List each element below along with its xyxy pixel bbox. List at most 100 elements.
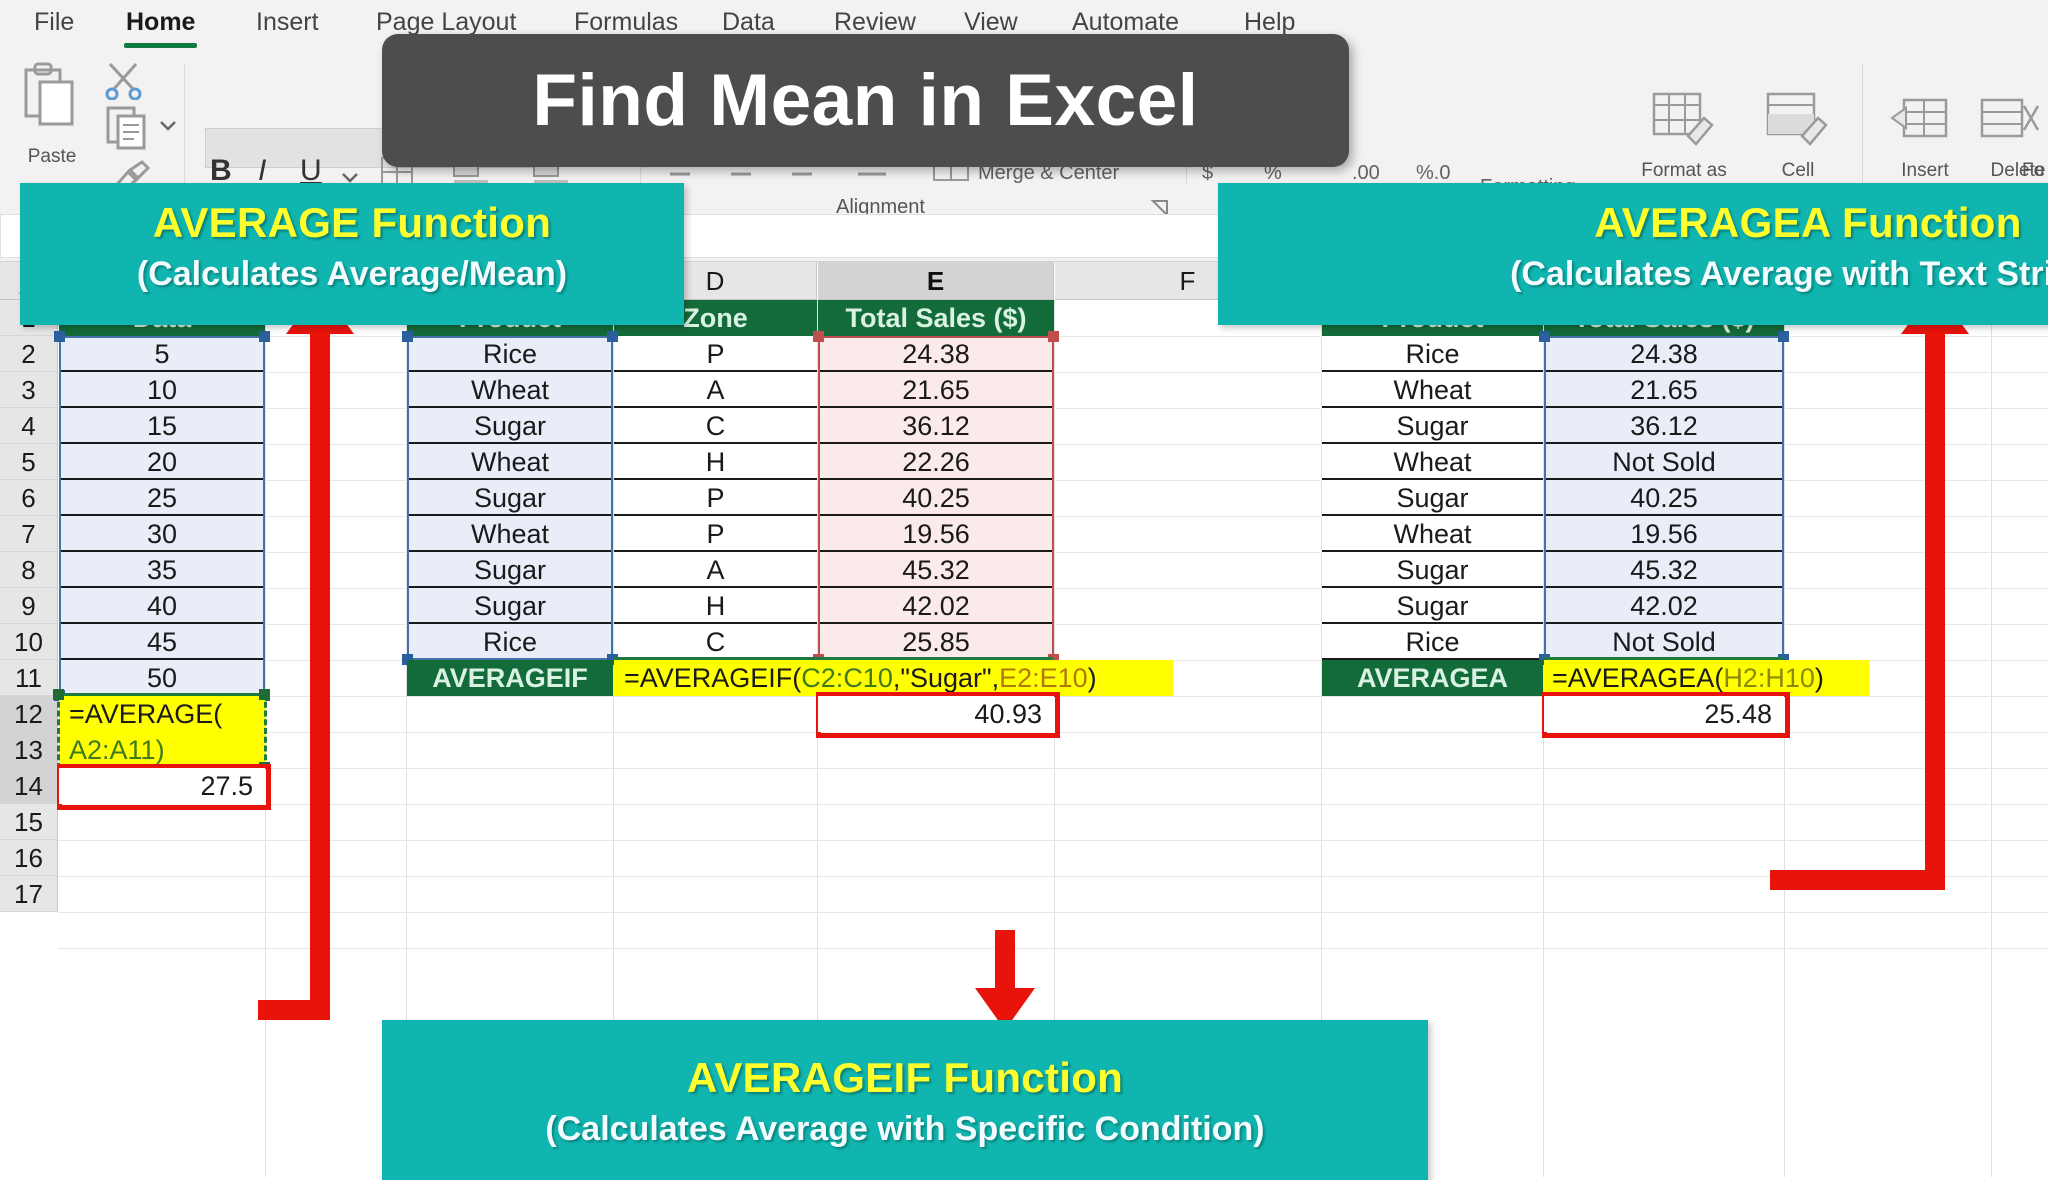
row-header-12[interactable]: 12	[0, 696, 58, 732]
cell-E10-sales[interactable]: 25.85	[818, 624, 1054, 660]
cell-A2-value[interactable]: 5	[59, 336, 265, 372]
cell-C3-product[interactable]: Wheat	[407, 372, 613, 408]
cell-A9-value[interactable]: 40	[59, 588, 265, 624]
cell-A7-value[interactable]: 30	[59, 516, 265, 552]
row-header-3[interactable]: 3	[0, 372, 58, 408]
format-as-table-label-line1[interactable]: Format as	[1628, 160, 1740, 182]
cell-E9-sales[interactable]: 42.02	[818, 588, 1054, 624]
cell-G9-product[interactable]: Sugar	[1322, 588, 1543, 624]
cell-H2-sales[interactable]: 24.38	[1544, 336, 1784, 372]
cell-C6-product[interactable]: Sugar	[407, 480, 613, 516]
cell-H3-sales[interactable]: 21.65	[1544, 372, 1784, 408]
cell-C10-product[interactable]: Rice	[407, 624, 613, 660]
cell-H7-sales[interactable]: 19.56	[1544, 516, 1784, 552]
cell-G8-product[interactable]: Sugar	[1322, 552, 1543, 588]
row-header-15[interactable]: 15	[0, 804, 58, 840]
cell-H9-sales[interactable]: 42.02	[1544, 588, 1784, 624]
row-header-6[interactable]: 6	[0, 480, 58, 516]
cell-C5-product[interactable]: Wheat	[407, 444, 613, 480]
ribbon-tab-file[interactable]: File	[30, 6, 78, 46]
cut-scissors-icon[interactable]	[104, 62, 144, 105]
cell-C8-product[interactable]: Sugar	[407, 552, 613, 588]
cell-A4-value[interactable]: 15	[59, 408, 265, 444]
cell-G10-product[interactable]: Rice	[1322, 624, 1543, 660]
selection-handle[interactable]	[54, 331, 65, 342]
row-header-11[interactable]: 11	[0, 660, 58, 696]
insert-cells-icon[interactable]	[1890, 96, 1950, 157]
row-header-17[interactable]: 17	[0, 876, 58, 912]
copy-icon[interactable]	[106, 106, 154, 155]
cell-H10-sales[interactable]: Not Sold	[1544, 624, 1784, 660]
cell-H6-sales[interactable]: 40.25	[1544, 480, 1784, 516]
selection-handle[interactable]	[53, 689, 64, 700]
ribbon-tab-insert[interactable]: Insert	[252, 6, 323, 46]
cell-A14-result[interactable]: 27.5	[59, 768, 265, 804]
cell-styles-label-line1[interactable]: Cell	[1748, 160, 1848, 182]
cell-G4-product[interactable]: Sugar	[1322, 408, 1543, 444]
cell-A11-value[interactable]: 50	[59, 660, 265, 696]
insert-cells-label[interactable]: Insert	[1880, 160, 1970, 182]
cell-G7-product[interactable]: Wheat	[1322, 516, 1543, 552]
delete-cells-icon[interactable]	[1980, 96, 2040, 157]
cell-E2-sales[interactable]: 24.38	[818, 336, 1054, 372]
column-header-E[interactable]: E	[818, 262, 1054, 300]
cell-E5-sales[interactable]: 22.26	[818, 444, 1054, 480]
selection-handle[interactable]	[402, 331, 413, 342]
cell-H4-sales[interactable]: 36.12	[1544, 408, 1784, 444]
cell-D9-zone[interactable]: H	[614, 588, 817, 624]
row-header-7[interactable]: 7	[0, 516, 58, 552]
row-header-14[interactable]: 14	[0, 768, 58, 804]
cell-E1-sales-header[interactable]: Total Sales ($)	[818, 300, 1054, 336]
cell-A10-value[interactable]: 45	[59, 624, 265, 660]
cell-D8-zone[interactable]: A	[614, 552, 817, 588]
cell-E3-sales[interactable]: 21.65	[818, 372, 1054, 408]
cell-E6-sales[interactable]: 40.25	[818, 480, 1054, 516]
row-header-13[interactable]: 13	[0, 732, 58, 768]
cell-styles-icon[interactable]	[1766, 92, 1830, 159]
format-as-table-icon[interactable]	[1652, 92, 1716, 159]
row-header-5[interactable]: 5	[0, 444, 58, 480]
cell-D6-zone[interactable]: P	[614, 480, 817, 516]
cell-G11-averagea-label[interactable]: AVERAGEA	[1322, 660, 1543, 696]
paste-icon[interactable]	[22, 62, 76, 133]
cell-H11-averagea-formula[interactable]: =AVERAGEA(H2:H10)	[1544, 660, 1869, 696]
row-header-4[interactable]: 4	[0, 408, 58, 444]
cell-A5-value[interactable]: 20	[59, 444, 265, 480]
cell-H5-sales[interactable]: Not Sold	[1544, 444, 1784, 480]
selection-handle[interactable]	[607, 331, 618, 342]
row-header-9[interactable]: 9	[0, 588, 58, 624]
cell-E12-result[interactable]: 40.93	[818, 696, 1054, 732]
cell-D7-zone[interactable]: P	[614, 516, 817, 552]
copy-dropdown-chevron-icon[interactable]	[158, 118, 178, 137]
cell-E7-sales[interactable]: 19.56	[818, 516, 1054, 552]
format-cells-label[interactable]: Fo	[2022, 160, 2048, 182]
decrease-decimal-label[interactable]: %.0	[1416, 162, 1450, 185]
cell-D5-zone[interactable]: H	[614, 444, 817, 480]
cell-C9-product[interactable]: Sugar	[407, 588, 613, 624]
row-header-16[interactable]: 16	[0, 840, 58, 876]
selection-handle[interactable]	[259, 331, 270, 342]
cell-G6-product[interactable]: Sugar	[1322, 480, 1543, 516]
cell-C4-product[interactable]: Sugar	[407, 408, 613, 444]
cell-G3-product[interactable]: Wheat	[1322, 372, 1543, 408]
cell-E8-sales[interactable]: 45.32	[818, 552, 1054, 588]
cell-D10-zone[interactable]: C	[614, 624, 817, 660]
cell-C11-averageif-label[interactable]: AVERAGEIF	[407, 660, 613, 696]
row-header-8[interactable]: 8	[0, 552, 58, 588]
ribbon-tab-home[interactable]: Home	[122, 6, 199, 48]
cell-G5-product[interactable]: Wheat	[1322, 444, 1543, 480]
selection-handle[interactable]	[1048, 331, 1059, 342]
cell-C2-product[interactable]: Rice	[407, 336, 613, 372]
cell-A6-value[interactable]: 25	[59, 480, 265, 516]
cell-E4-sales[interactable]: 36.12	[818, 408, 1054, 444]
row-header-10[interactable]: 10	[0, 624, 58, 660]
increase-decimal-label[interactable]: .00	[1352, 162, 1380, 185]
selection-handle[interactable]	[813, 331, 824, 342]
cell-A3-value[interactable]: 10	[59, 372, 265, 408]
cell-H8-sales[interactable]: 45.32	[1544, 552, 1784, 588]
cell-D3-zone[interactable]: A	[614, 372, 817, 408]
cell-D11-averageif-formula[interactable]: =AVERAGEIF(C2:C10,"Sugar",E2:E10)	[614, 660, 1173, 696]
row-header-2[interactable]: 2	[0, 336, 58, 372]
cell-C7-product[interactable]: Wheat	[407, 516, 613, 552]
selection-handle[interactable]	[1539, 331, 1550, 342]
